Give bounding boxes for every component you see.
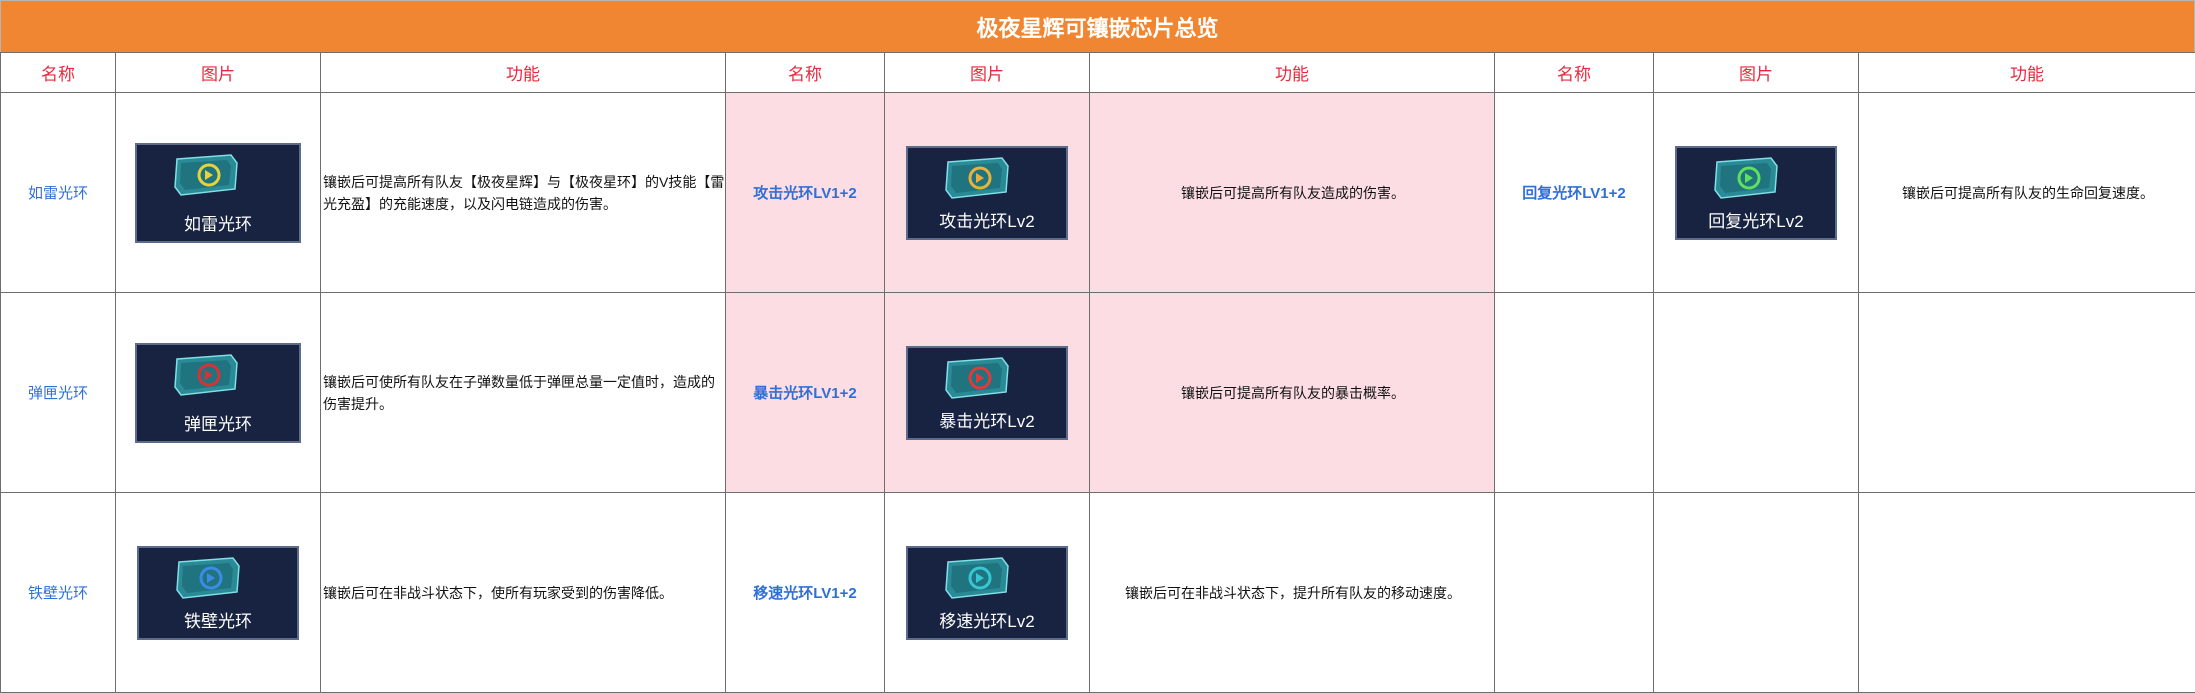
chip-emblem [176,556,240,599]
chip-emblem [174,153,238,196]
table-row: 弹匣光环 弹匣光环 镶嵌后可使所有队友在子弹数量低于弹匣总量一定值时，造成的伤害… [0,292,2195,493]
empty-cell [1858,492,2195,693]
table-row: 铁壁光环 铁壁光环 镶嵌后可在非战斗状态下，使所有玩家受到的伤害降低。 移速光环… [0,492,2195,693]
header-function-1: 功能 [320,52,726,93]
header-row: 名称 图片 功能 名称 图片 功能 名称 图片 功能 [0,52,2195,93]
chip-image-cell: 回复光环Lv2 [1653,92,1859,293]
critical-chip-icon: 暴击光环Lv2 [906,345,1068,440]
empty-cell [1653,292,1859,493]
chip-function: 镶嵌后可在非战斗状态下，使所有玩家受到的伤害降低。 [320,492,726,693]
chip-table: 名称 图片 功能 名称 图片 功能 名称 图片 功能 如雷光环 如雷光环 镶嵌后… [0,52,2195,693]
chip-emblem [945,156,1009,199]
header-name-2: 名称 [725,52,885,93]
chip-image-cell: 移速光环Lv2 [884,492,1090,693]
chip-image-label: 如雷光环 [184,214,252,234]
chip-image-label: 回复光环Lv2 [1708,211,1804,231]
chip-image-label: 攻击光环Lv2 [939,211,1035,231]
chip-image-cell: 铁壁光环 [115,492,321,693]
empty-cell [1494,292,1654,493]
table-title: 极夜星辉可镶嵌芯片总览 [0,0,2195,52]
shield-chip-icon: 铁壁光环 [137,545,299,640]
chip-image-label: 弹匣光环 [184,414,252,434]
chip-image-cell: 如雷光环 [115,92,321,293]
chip-function: 镶嵌后可提高所有队友造成的伤害。 [1089,92,1495,293]
lightning-chip-icon: 如雷光环 [135,142,301,243]
empty-cell [1858,292,2195,493]
chip-emblem [945,556,1009,599]
spreadsheet: 极夜星辉可镶嵌芯片总览 名称 图片 功能 名称 图片 功能 名称 图片 功能 如… [0,0,2195,693]
chip-name: 铁壁光环 [0,492,116,693]
magazine-chip-icon: 弹匣光环 [135,342,301,443]
chip-emblem [1714,156,1778,199]
header-function-2: 功能 [1089,52,1495,93]
chip-image-cell: 暴击光环Lv2 [884,292,1090,493]
chip-image-cell: 攻击光环Lv2 [884,92,1090,293]
empty-cell [1653,492,1859,693]
chip-image-cell: 弹匣光环 [115,292,321,493]
header-name-1: 名称 [0,52,116,93]
chip-function: 镶嵌后可提高所有队友【极夜星辉】与【极夜星环】的V技能【雷光充盈】的充能速度，以… [320,92,726,293]
header-function-3: 功能 [1858,52,2195,93]
chip-image-label: 暴击光环Lv2 [939,411,1035,431]
chip-name: 暴击光环LV1+2 [725,292,885,493]
chip-image-label: 铁壁光环 [184,611,252,631]
chip-function: 镶嵌后可提高所有队友的暴击概率。 [1089,292,1495,493]
chip-name: 如雷光环 [0,92,116,293]
chip-function: 镶嵌后可在非战斗状态下，提升所有队友的移动速度。 [1089,492,1495,693]
chip-name: 移速光环LV1+2 [725,492,885,693]
chip-emblem [945,356,1009,399]
heal-chip-icon: 回复光环Lv2 [1675,145,1837,240]
header-image-2: 图片 [884,52,1090,93]
chip-name: 弹匣光环 [0,292,116,493]
chip-name: 回复光环LV1+2 [1494,92,1654,293]
header-image-3: 图片 [1653,52,1859,93]
header-name-3: 名称 [1494,52,1654,93]
chip-name: 攻击光环LV1+2 [725,92,885,293]
speed-chip-icon: 移速光环Lv2 [906,545,1068,640]
chip-function: 镶嵌后可提高所有队友的生命回复速度。 [1858,92,2195,293]
chip-image-label: 移速光环Lv2 [939,611,1035,631]
chip-emblem [174,353,238,396]
empty-cell [1494,492,1654,693]
chip-function: 镶嵌后可使所有队友在子弹数量低于弹匣总量一定值时，造成的伤害提升。 [320,292,726,493]
attack-chip-icon: 攻击光环Lv2 [906,145,1068,240]
header-image-1: 图片 [115,52,321,93]
table-row: 如雷光环 如雷光环 镶嵌后可提高所有队友【极夜星辉】与【极夜星环】的V技能【雷光… [0,92,2195,293]
